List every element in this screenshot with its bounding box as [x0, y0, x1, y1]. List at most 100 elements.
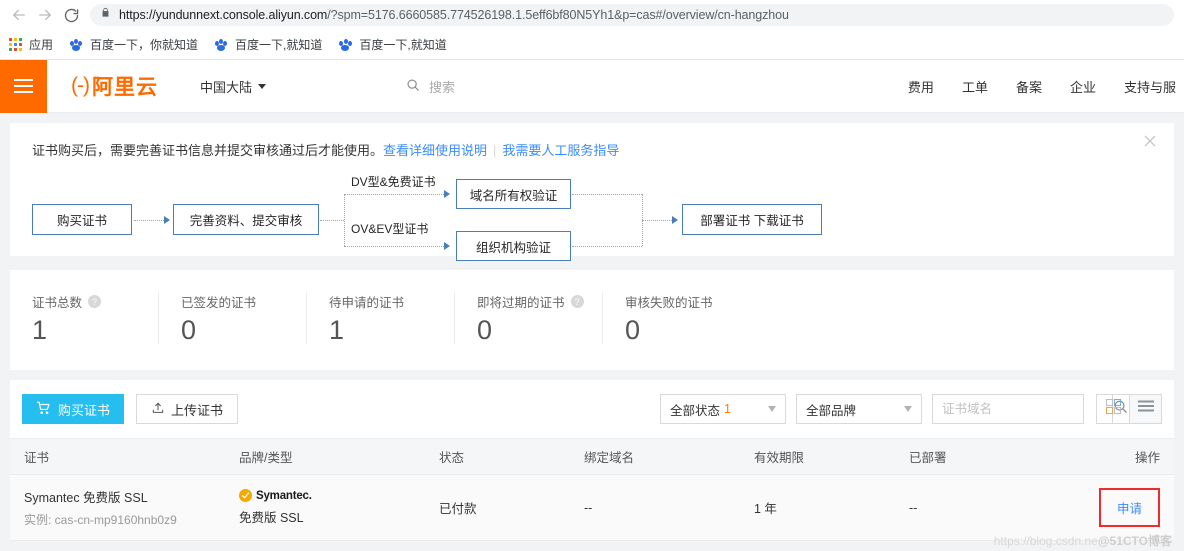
symantec-logo: Symantec.: [239, 489, 411, 502]
stat-label-wrap: 证书总数 ?: [32, 292, 158, 311]
flow-step-label: 部署证书 下载证书: [700, 214, 804, 228]
flow-step-label: 域名所有权验证: [469, 188, 558, 203]
status-filter-count: 1: [724, 402, 731, 416]
url-host: https://yundunnext.console.aliyun.com: [119, 8, 328, 22]
table-header: 证书 品牌/类型 状态 绑定域名 有效期限 已部署 操作: [10, 438, 1174, 475]
flow-step-submit: 完善资料、提交审核: [173, 204, 319, 235]
header-search-placeholder: 搜索: [429, 79, 456, 95]
cell-status: 已付款: [425, 474, 570, 541]
apply-link[interactable]: 申请: [1117, 502, 1142, 516]
col-deployed: 已部署: [895, 438, 1045, 475]
chevron-down-icon: [904, 406, 912, 412]
header-search[interactable]: 搜索: [406, 77, 455, 96]
aliyun-logo[interactable]: (-) 阿里云: [71, 71, 158, 101]
stat-value: 1: [329, 315, 345, 345]
stat-value: 1: [32, 315, 48, 345]
stat-label-wrap: 已签发的证书: [181, 292, 306, 311]
baidu-paw-icon: [69, 38, 83, 52]
header-nav-tickets[interactable]: 工单: [962, 77, 988, 96]
hamburger-menu-icon[interactable]: [0, 59, 47, 113]
flow-connector: [572, 194, 642, 195]
bookmark-item[interactable]: 百度一下,就知道: [214, 36, 322, 53]
header-nav-fees[interactable]: 费用: [908, 77, 934, 96]
notice-link-service[interactable]: 我需要人工服务指导: [502, 143, 619, 158]
header-nav-enterprise[interactable]: 企业: [1070, 77, 1096, 96]
stat-total-certificates: 证书总数 ? 1: [10, 292, 158, 344]
apps-grid-icon: [9, 38, 22, 51]
flow-step-purchase: 购买证书: [32, 204, 132, 235]
cell-validity: 1 年: [740, 474, 895, 541]
flow-step-deploy-download: 部署证书 下载证书: [682, 204, 822, 235]
bookmark-item[interactable]: 百度一下，你就知道: [69, 36, 198, 53]
help-icon[interactable]: ?: [88, 295, 102, 308]
table-row: Symantec 免费版 SSL 实例: cas-cn-mp9160hnb0z9…: [10, 474, 1174, 541]
browser-chrome: https://yundunnext.console.aliyun.com/?s…: [0, 0, 1184, 60]
certificate-list-card: 购买证书 上传证书 全部状态 1 全部品牌 证书域名 证书 品牌/类型 状态 绑…: [10, 380, 1174, 548]
buy-certificate-label: 购买证书: [58, 402, 111, 418]
flow-step-label: 购买证书: [56, 214, 107, 228]
certificate-instance: 实例: cas-cn-mp9160hnb0z9: [24, 513, 177, 527]
close-icon[interactable]: [1142, 133, 1160, 151]
col-status: 状态: [425, 438, 570, 475]
flow-diagram: 购买证书 完善资料、提交审核 DV型&免费证书 OV&EV型证书 域名所有权验证: [24, 175, 1174, 261]
flow-connector: [572, 246, 642, 247]
chevron-down-icon: [768, 406, 776, 412]
region-selector[interactable]: 中国大陆: [200, 77, 266, 96]
col-validity: 有效期限: [740, 438, 895, 475]
domain-search-box: [932, 394, 1127, 424]
reload-button[interactable]: [58, 2, 84, 28]
table-header-row: 证书 品牌/类型 状态 绑定域名 有效期限 已部署 操作: [10, 438, 1174, 475]
search-input[interactable]: [933, 395, 1112, 423]
forward-arrow-icon: [36, 6, 54, 24]
notice-message: 证书购买后，需要完善证书信息并提交审核通过后才能使用。: [32, 143, 384, 158]
status-filter-select[interactable]: 全部状态 1: [660, 394, 786, 424]
certificate-name: Symantec 免费版 SSL: [24, 491, 148, 505]
stat-label: 证书总数: [32, 296, 83, 310]
table-body: Symantec 免费版 SSL 实例: cas-cn-mp9160hnb0z9…: [10, 474, 1174, 541]
grid-view-icon: [1105, 399, 1121, 419]
address-bar[interactable]: https://yundunnext.console.aliyun.com/?s…: [90, 4, 1174, 26]
back-button[interactable]: [6, 2, 32, 28]
stat-expiring-certificates: 即将过期的证书 ? 0: [454, 292, 602, 344]
col-operation: 操作: [1045, 438, 1174, 475]
stat-label-wrap: 审核失败的证书: [625, 292, 750, 311]
grid-view-button[interactable]: [1097, 395, 1129, 423]
upload-certificate-button[interactable]: 上传证书: [136, 394, 239, 424]
brand-filter-select[interactable]: 全部品牌: [796, 394, 922, 424]
bookmark-item[interactable]: 百度一下,就知道: [338, 36, 447, 53]
header-nav-icp[interactable]: 备案: [1016, 77, 1042, 96]
bookmark-apps[interactable]: 应用: [9, 36, 53, 53]
bookmark-label: 应用: [29, 38, 54, 52]
flow-connector: [134, 220, 164, 221]
bookmark-label: 百度一下，你就知道: [90, 38, 199, 52]
help-icon[interactable]: ?: [570, 295, 584, 308]
list-filters: 全部状态 1 全部品牌: [660, 394, 1162, 424]
list-toolbar: 购买证书 上传证书 全部状态 1 全部品牌: [10, 380, 1174, 438]
col-brand-type: 品牌/类型: [225, 438, 425, 475]
forward-button[interactable]: [32, 2, 58, 28]
header-nav-support[interactable]: 支持与服: [1124, 77, 1176, 96]
browser-toolbar: https://yundunnext.console.aliyun.com/?s…: [0, 0, 1184, 30]
buy-certificate-button[interactable]: 购买证书: [22, 394, 125, 424]
bookmark-label: 百度一下,就知道: [235, 38, 323, 52]
col-bound-domain: 绑定域名: [570, 438, 740, 475]
region-label: 中国大陆: [199, 79, 252, 95]
certificate-type: 免费版 SSL: [239, 511, 304, 525]
guide-card: 证书购买后，需要完善证书信息并提交审核通过后才能使用。查看详细使用说明 | 我需要人…: [10, 123, 1174, 261]
upload-certificate-label: 上传证书: [171, 402, 224, 418]
stat-issued-certificates: 已签发的证书 0: [158, 292, 306, 344]
cell-deployed: --: [895, 474, 1045, 541]
notice-text: 证书购买后，需要完善证书信息并提交审核通过后才能使用。查看详细使用说明 | 我需要人…: [32, 142, 1152, 160]
stat-label-wrap: 即将过期的证书 ?: [477, 292, 602, 311]
url-text: https://yundunnext.console.aliyun.com/?s…: [119, 8, 789, 22]
url-path: /?spm=5176.6660585.774526198.1.5eff6bf80…: [327, 8, 789, 22]
back-arrow-icon: [10, 6, 28, 24]
flow-arrow-icon: [444, 242, 450, 250]
notice-link-doc[interactable]: 查看详细使用说明: [383, 143, 487, 158]
flow-step-domain-verify: 域名所有权验证: [456, 179, 571, 209]
notice-banner: 证书购买后，需要完善证书信息并提交审核通过后才能使用。查看详细使用说明 | 我需要人…: [10, 123, 1174, 170]
list-view-button[interactable]: [1129, 395, 1161, 423]
stat-label-wrap: 待申请的证书: [329, 292, 454, 311]
flow-branch-label-ovev: OV&EV型证书: [351, 222, 429, 236]
aliyun-logo-mark: (-): [71, 74, 90, 97]
